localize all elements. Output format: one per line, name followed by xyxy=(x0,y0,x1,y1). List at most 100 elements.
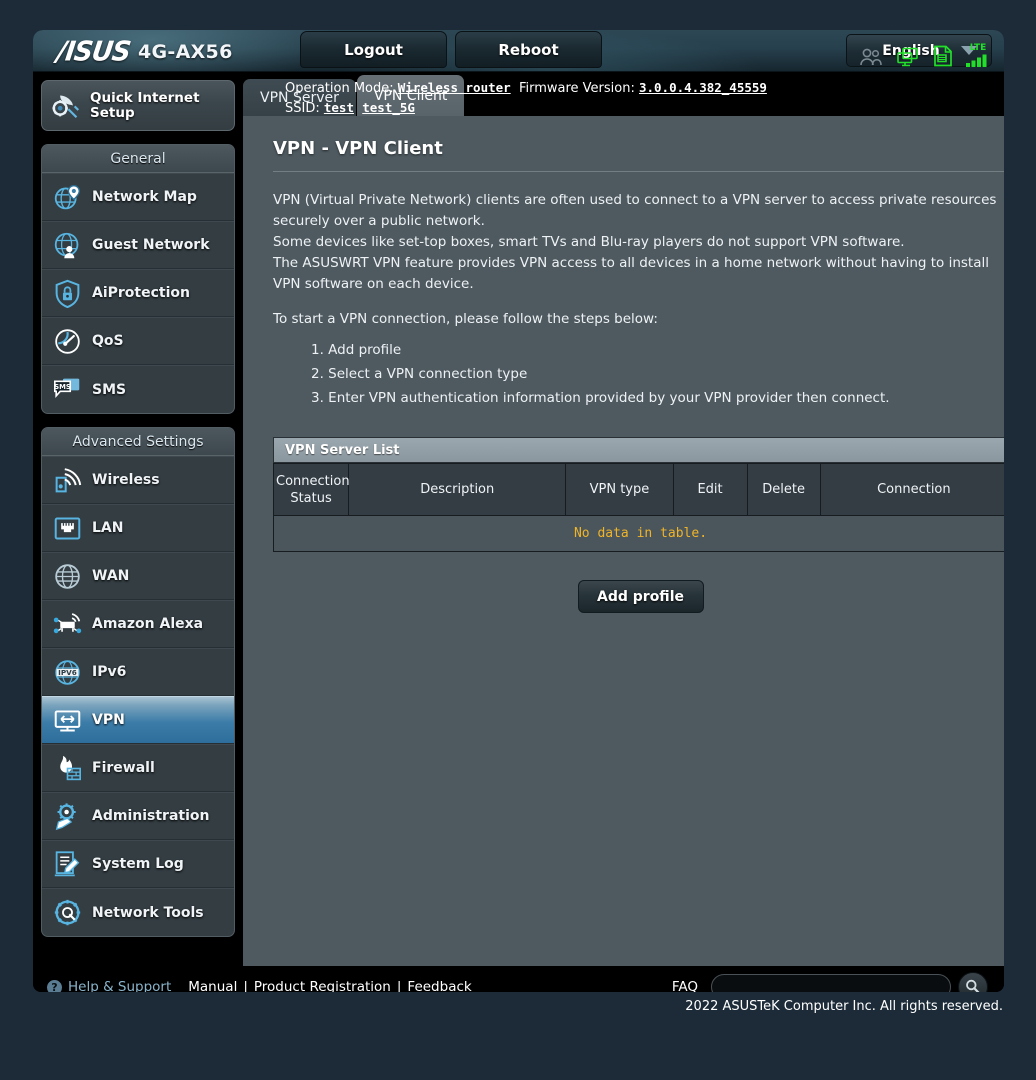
description-line-2: Some devices like set-top boxes, smart T… xyxy=(273,234,905,250)
description-block: VPN (Virtual Private Network) clients ar… xyxy=(273,190,1004,295)
column-header-description: Description xyxy=(348,463,567,516)
firmware-version-value[interactable]: 3.0.0.4.382_45559 xyxy=(639,80,767,95)
qis-label-line2: Setup xyxy=(90,104,135,121)
lte-signal-icon[interactable]: LTE xyxy=(966,44,990,67)
sidebar-item-system-log[interactable]: System Log xyxy=(42,840,234,888)
column-header-line: Status xyxy=(290,490,332,506)
table-empty-state: No data in table. xyxy=(273,516,1004,552)
sidebar-item-label: Firewall xyxy=(92,760,155,776)
shield-lock-icon xyxy=(55,279,80,308)
sidebar-group-advanced-settings: Advanced Settings Wireless LAN WAN Amazo… xyxy=(41,427,235,937)
speedometer-icon xyxy=(55,328,80,354)
wifi-icon xyxy=(55,467,82,492)
sidebar-item-label: Administration xyxy=(92,808,210,824)
sidebar-item-label: AiProtection xyxy=(92,285,190,301)
logout-button[interactable]: Logout xyxy=(300,31,447,68)
svg-text:SMS: SMS xyxy=(54,383,71,391)
footer-separator: | xyxy=(396,979,402,992)
footer-link-manual[interactable]: Manual xyxy=(188,979,237,992)
question-mark-icon: ? xyxy=(47,979,62,992)
main-column: VPN Server VPN Client VPN - VPN Client V… xyxy=(243,72,1004,966)
faq-search-input[interactable] xyxy=(711,974,951,992)
sidebar-item-lan[interactable]: LAN xyxy=(42,504,234,552)
ipv6-icon: IPV6 xyxy=(55,659,80,685)
firewall-icon xyxy=(60,755,82,780)
network-map-icon xyxy=(54,184,80,209)
copyright-text: 2022 ASUSTeK Computer Inc. All rights re… xyxy=(685,999,1003,1014)
column-header-line: Connection xyxy=(276,473,350,489)
sidebar-item-sms[interactable]: SMS SMS xyxy=(42,365,234,413)
sidebar-item-ipv6[interactable]: IPV6 IPv6 xyxy=(42,648,234,696)
sidebar-item-label: System Log xyxy=(92,856,184,872)
steps-list: 1. Add profile 2. Select a VPN connectio… xyxy=(273,338,1004,410)
status-icon-tray: LTE xyxy=(859,44,990,67)
column-header-delete: Delete xyxy=(746,463,821,516)
alexa-icon xyxy=(53,612,82,633)
sidebar-item-wireless[interactable]: Wireless xyxy=(42,456,234,504)
guest-network-icon xyxy=(54,232,79,258)
step-item: 1. Add profile xyxy=(311,342,402,358)
sidebar-item-vpn[interactable]: VPN xyxy=(42,696,234,744)
sidebar-group-general: General Network Map Guest Network AiProt… xyxy=(41,144,235,414)
footer-link-product-registration[interactable]: Product Registration xyxy=(254,979,391,992)
search-icon xyxy=(966,979,980,992)
step-item: 2. Select a VPN connection type xyxy=(311,366,528,382)
add-profile-button[interactable]: Add profile xyxy=(577,580,704,613)
footer-bar: ? Help & Support Manual | Product Regist… xyxy=(33,966,1004,992)
quick-internet-setup-button[interactable]: Quick Internet Setup xyxy=(41,80,235,131)
sidebar-item-amazon-alexa[interactable]: Amazon Alexa xyxy=(42,600,234,648)
table-empty-text: No data in table. xyxy=(573,526,708,541)
usb-devices-icon[interactable] xyxy=(896,47,920,67)
faq-label: FAQ xyxy=(671,979,698,992)
ethernet-icon xyxy=(54,517,81,539)
vpn-icon xyxy=(54,709,81,731)
column-header-edit: Edit xyxy=(672,463,748,516)
sidebar-item-label: WAN xyxy=(92,568,130,584)
sidebar-item-administration[interactable]: Administration xyxy=(42,792,234,840)
wizard-gear-icon xyxy=(52,95,80,119)
column-header-connection: Connection xyxy=(819,463,1004,516)
description-line-3: The ASUSWRT VPN feature provides VPN acc… xyxy=(273,255,990,292)
sidebar-item-label: Network Tools xyxy=(92,904,204,921)
sms-icon: SMS xyxy=(53,378,80,398)
sidebar-item-network-tools[interactable]: Network Tools xyxy=(42,888,234,936)
content-panel: VPN - VPN Client VPN (Virtual Private Ne… xyxy=(243,116,1004,966)
table-caption: VPN Server List xyxy=(273,437,1004,463)
ssid-value-5g[interactable]: test_5G xyxy=(362,100,415,115)
page-title: VPN - VPN Client xyxy=(273,138,443,159)
sidebar: Quick Internet Setup General Network Map xyxy=(33,72,243,966)
sidebar-item-aiprotection[interactable]: AiProtection xyxy=(42,269,234,317)
sidebar-item-guest-network[interactable]: Guest Network xyxy=(42,221,234,269)
printer-icon[interactable] xyxy=(933,45,953,67)
operation-mode-value[interactable]: Wireless router xyxy=(398,80,511,95)
footer-separator: | xyxy=(243,979,248,992)
reboot-button[interactable]: Reboot xyxy=(455,31,602,68)
steps-intro: To start a VPN connection, please follow… xyxy=(273,311,658,327)
globe-icon xyxy=(55,563,80,589)
qis-label-line1: Quick Internet xyxy=(90,89,200,106)
title-divider xyxy=(273,171,1004,172)
svg-text:IPV6: IPV6 xyxy=(58,668,77,677)
sidebar-item-network-map[interactable]: Network Map xyxy=(42,173,234,221)
help-support-label[interactable]: Help & Support xyxy=(68,979,171,992)
sidebar-item-label: Wireless xyxy=(92,472,160,488)
sidebar-group-title-general: General xyxy=(42,145,234,173)
clients-icon[interactable] xyxy=(859,47,883,67)
step-item: 3. Enter VPN authentication information … xyxy=(311,390,890,406)
asus-logo: /ISUS xyxy=(54,36,132,68)
router-model-name: 4G-AX56 xyxy=(138,41,233,63)
sidebar-item-qos[interactable]: QoS xyxy=(42,317,234,365)
vpn-server-list-table: VPN Server List Connection Status Descri… xyxy=(272,437,1004,552)
column-header-connection-status: Connection Status xyxy=(272,463,350,516)
footer-link-feedback[interactable]: Feedback xyxy=(407,979,471,992)
faq-search-button[interactable] xyxy=(958,972,988,992)
sidebar-item-firewall[interactable]: Firewall xyxy=(42,744,234,792)
sidebar-item-label: Network Map xyxy=(92,189,197,205)
administration-icon xyxy=(55,802,76,830)
ssid-value-24g[interactable]: test xyxy=(324,100,354,115)
network-tools-icon xyxy=(54,899,81,926)
sidebar-item-label: LAN xyxy=(92,520,124,536)
column-header-vpn-type: VPN type xyxy=(565,463,674,516)
sidebar-item-wan[interactable]: WAN xyxy=(42,552,234,600)
sidebar-item-label: QoS xyxy=(92,333,124,349)
